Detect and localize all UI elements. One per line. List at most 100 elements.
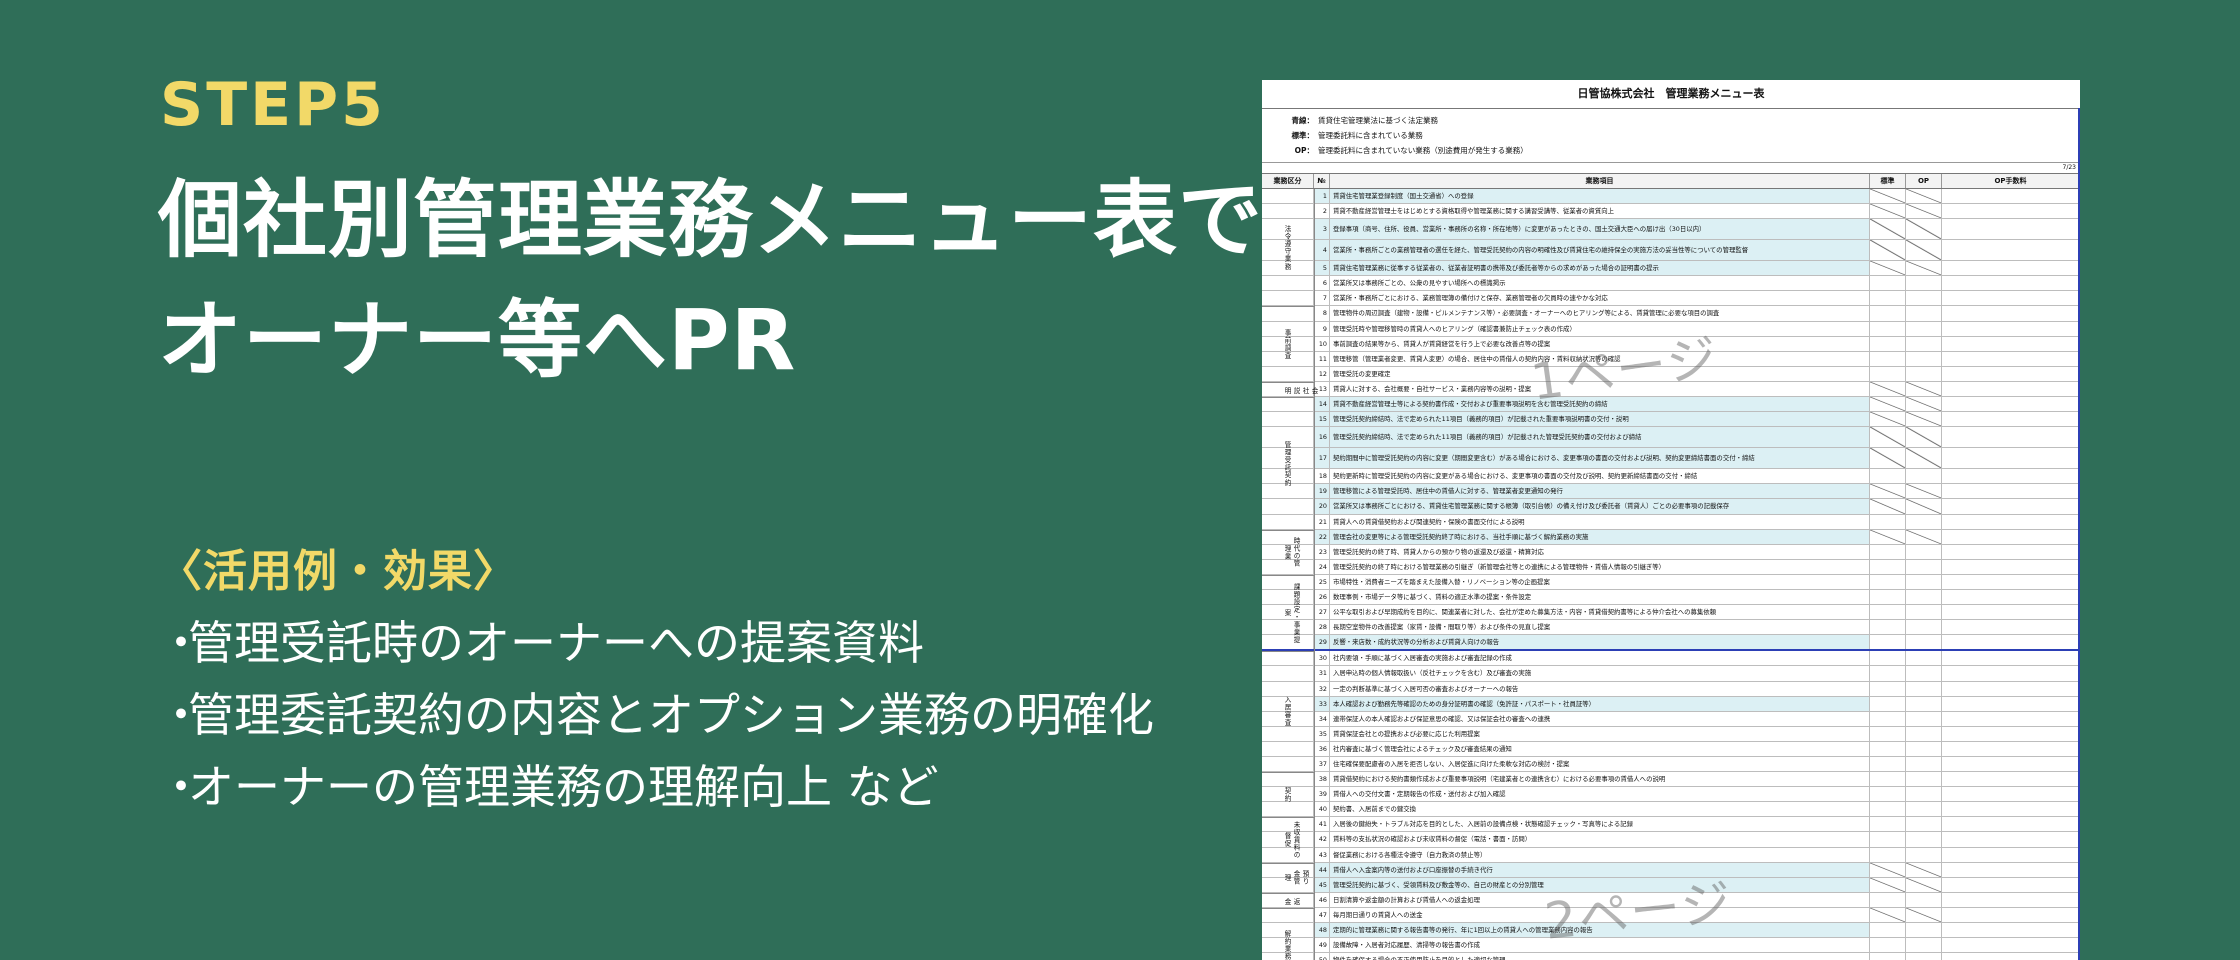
- category-divider: [1262, 893, 1314, 894]
- table-row: 20 営業所又は事務所ごとにおける、賃貸住宅管理業務に関する帳簿（取引台帳）の備え…: [1262, 499, 2080, 515]
- row-op-fee-cell: [1942, 351, 2080, 366]
- legend-value: 管理委託料に含まれている業務: [1318, 131, 1423, 140]
- row-number: 24: [1314, 559, 1330, 574]
- row-standard-cell: [1870, 741, 1906, 756]
- row-number: 30: [1314, 651, 1330, 666]
- table-row: 31 入居申込時の個人情報取扱い（反社チェックを含む）及び審査の実施: [1262, 666, 2080, 682]
- row-op-cell: [1906, 276, 1942, 291]
- legend: 青線： 賃貸住宅管理業法に基づく法定業務 標準： 管理委託料に含まれている業務 …: [1262, 109, 2080, 163]
- category-label: 預り金管理: [1283, 870, 1309, 886]
- category-divider: [1262, 575, 1314, 576]
- header-standard: 標準: [1870, 174, 1906, 188]
- row-op-cell: [1906, 877, 1942, 892]
- row-item: 社内要領・手順に基づく入居審査の実施および審査記録の作成: [1330, 651, 1870, 666]
- row-op-cell: [1906, 741, 1942, 756]
- table-row: 12 管理受託の変更確定: [1262, 366, 2080, 382]
- title-line-1: 個社別管理業務メニュー表で: [158, 171, 1264, 269]
- page-title: 個社別管理業務メニュー表で オーナー等へPR: [158, 160, 1263, 400]
- header-category: 業務区分: [1262, 174, 1314, 188]
- bullet-item: ・管理委託契約の内容とオプション業務の明確化: [158, 679, 1154, 751]
- table-row: 46 日割清算や返金額の計算および賃借人への返金処理: [1262, 892, 2080, 908]
- row-number: 15: [1314, 412, 1330, 427]
- row-item: 設備故障・入居者対応履歴、清掃等の報告書の作成: [1330, 938, 1870, 953]
- row-item: 毎月期日通りの賃貸人への送金: [1330, 907, 1870, 923]
- row-op-fee-cell: [1942, 204, 2080, 219]
- row-number: 5: [1314, 261, 1330, 276]
- row-standard-cell: [1870, 381, 1906, 397]
- table-body: 法令遵守業務 事前調査 会社説明 管理受託契約 時代の管理業 課題設定・事業提案 入居審査契…: [1262, 189, 2080, 960]
- row-number: 33: [1314, 696, 1330, 711]
- table-header: 業務区分 № 業務項目 標準 OP OP手数料: [1262, 174, 2080, 189]
- table-row: 49 設備故障・入居者対応履歴、清掃等の報告書の作成: [1262, 938, 2080, 954]
- row-number: 22: [1314, 529, 1330, 544]
- legal-range-line: [2078, 108, 2080, 960]
- row-standard-cell: [1870, 529, 1906, 544]
- row-standard-cell: [1870, 306, 1906, 321]
- row-op-fee-cell: [1942, 620, 2080, 635]
- row-standard-cell: [1870, 953, 1906, 960]
- category-divider: [1262, 908, 1314, 909]
- row-standard-cell: [1870, 336, 1906, 351]
- row-standard-cell: [1870, 726, 1906, 741]
- row-op-fee-cell: [1942, 802, 2080, 817]
- row-op-cell: [1906, 240, 1942, 261]
- row-number: 42: [1314, 832, 1330, 847]
- row-op-cell: [1906, 574, 1942, 589]
- row-standard-cell: [1870, 938, 1906, 953]
- table-row: 6 営業所又は事務所ごとの、公衆の見やすい場所への標識掲示: [1262, 276, 2080, 292]
- row-item: 一定の判断基準に基づく入居可否の審査およびオーナーへの報告: [1330, 681, 1870, 696]
- header-op: OP: [1906, 174, 1942, 188]
- row-op-fee-cell: [1942, 666, 2080, 681]
- category-label: 時代の管理業: [1283, 537, 1300, 568]
- bullet-text: オーナーの管理業務の理解向上 など: [188, 760, 939, 814]
- row-number: 17: [1314, 448, 1330, 469]
- table-row: 43 督促業務における各種法令遵守（自力救済の禁止等）: [1262, 847, 2080, 863]
- row-op-cell: [1906, 953, 1942, 960]
- row-item: 登録事項（商号、住所、役員、営業所・事務所の名称・所在地等）に変更があったときの…: [1330, 219, 1870, 240]
- document-title: 日管協株式会社 管理業務メニュー表: [1262, 80, 2080, 109]
- row-standard-cell: [1870, 877, 1906, 892]
- table-row: 24 管理受託契約の終了時における管理業務の引継ぎ（新管理会社等との連携による管理…: [1262, 559, 2080, 575]
- row-item: 公平な取引および早期成約を目的に、関連業者に対した、会社が定めた募集方法・内容・…: [1330, 605, 1870, 620]
- row-standard-cell: [1870, 574, 1906, 589]
- table-row: 8 管理物件の周辺調査（建物・設備・ピルメンテナンス等）・必要調査・オーナーへのヒ…: [1262, 306, 2080, 322]
- category-label: 未収賃料の督促: [1283, 821, 1300, 859]
- row-op-fee-cell: [1942, 397, 2080, 412]
- row-standard-cell: [1870, 605, 1906, 620]
- row-op-cell: [1906, 469, 1942, 484]
- row-standard-cell: [1870, 397, 1906, 412]
- row-number: 48: [1314, 923, 1330, 938]
- row-item: 契約期間中に管理受託契約の内容に変更（期間変更含む）がある場合における、変更事項…: [1330, 448, 1870, 469]
- table-row: 50物件を確保する場合の不正使用防止を目的とした適切な管理: [1262, 953, 2080, 960]
- row-op-fee-cell: [1942, 427, 2080, 448]
- row-item: 定期的に管理業務に関する報告書等の発行、年に1回以上の賃貸人への管理業務内容の報…: [1330, 923, 1870, 938]
- row-item: 契約書、入居前までの鍵交換: [1330, 802, 1870, 817]
- row-op-cell: [1906, 544, 1942, 559]
- category-divider: [1262, 306, 1314, 307]
- row-op-fee-cell: [1942, 877, 2080, 892]
- row-op-cell: [1906, 635, 1942, 650]
- row-standard-cell: [1870, 711, 1906, 726]
- legend-key: 標準：: [1291, 131, 1315, 140]
- table-row: 18 契約更新時に管理受託契約の内容に変更がある場合における、変更事項の書面の交付…: [1262, 469, 2080, 485]
- step-label: STEP5: [160, 70, 386, 140]
- row-standard-cell: [1870, 448, 1906, 469]
- row-op-fee-cell: [1942, 559, 2080, 574]
- table-row: 7 営業所・事務所ごとにおける、業務管理簿の備付けと保存、業務管理者の欠員時の速や…: [1262, 291, 2080, 307]
- row-item: 管理会社の変更等による管理受託契約終了時における、当社手順に基づく解約業務の実施: [1330, 529, 1870, 544]
- legend-row: 青線： 賃貸住宅管理業法に基づく法定業務: [1262, 113, 2080, 128]
- row-item: 営業所又は事務所ごとにおける、賃貸住宅管理業務に関する帳簿（取引台帳）の備え付け…: [1330, 499, 1870, 514]
- category-label: 解約業務: [1283, 930, 1291, 960]
- row-number: 21: [1314, 514, 1330, 529]
- table-row: 28 長期空室物件の改善提案（家賃・設備・間取り等）および条件の見直し提案: [1262, 620, 2080, 636]
- row-op-cell: [1906, 219, 1942, 240]
- row-op-fee-cell: [1942, 469, 2080, 484]
- row-item: 管理移管（管理業者変更、賃貸人変更）の場合、居住中の賃借人の契約内容・賃料収納状…: [1330, 351, 1870, 366]
- row-standard-cell: [1870, 787, 1906, 802]
- table-row: 2 賃貸不動産経営管理士をはじめとする資格取得や管理業務に関する講習受講等、従業者…: [1262, 204, 2080, 220]
- category-divider: [1262, 863, 1314, 864]
- row-standard-cell: [1870, 772, 1906, 787]
- row-op-cell: [1906, 802, 1942, 817]
- row-op-cell: [1906, 832, 1942, 847]
- row-op-fee-cell: [1942, 529, 2080, 544]
